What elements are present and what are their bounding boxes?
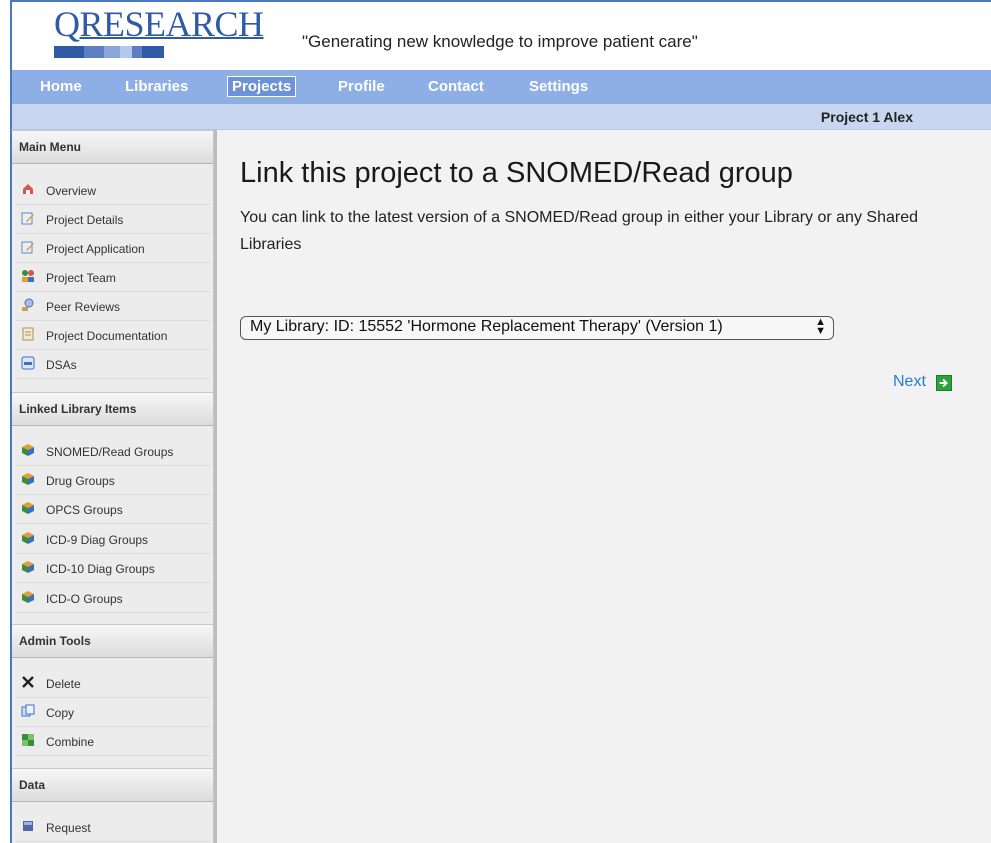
document-icon <box>22 327 34 341</box>
request-icon <box>23 821 33 831</box>
section-admin-tools: Admin Tools <box>12 624 213 658</box>
sidebar-item-label: Project Details <box>46 213 124 227</box>
sidebar-item-label: Drug Groups <box>46 474 115 488</box>
sidebar-item-opcs-groups[interactable]: OPCS Groups <box>16 495 210 524</box>
team-icon <box>22 270 34 282</box>
sidebar-item-combine[interactable]: Combine <box>16 727 210 756</box>
sidebar-item-label: Project Documentation <box>46 329 168 343</box>
nav-profile[interactable]: Profile <box>338 78 385 95</box>
nav-home[interactable]: Home <box>40 78 82 95</box>
qresearch-logo[interactable]: QRESEARCH <box>32 6 264 58</box>
sidebar-item-label: Project Application <box>46 242 145 256</box>
section-linked-library-items: Linked Library Items <box>12 392 213 426</box>
copy-icon <box>21 704 35 717</box>
sidebar-item-label: Overview <box>46 184 97 198</box>
sidebar-item-project-details[interactable]: Project Details <box>16 205 210 234</box>
sidebar-item-icd10-diag-groups[interactable]: ICD-10 Diag Groups <box>16 554 210 583</box>
next-arrow-icon[interactable] <box>936 375 952 391</box>
sidebar-item-overview[interactable]: Overview <box>16 176 210 205</box>
sidebar-item-label: OPCS Groups <box>46 503 123 517</box>
top-nav: Home Libraries Projects Profile Contact … <box>10 70 991 104</box>
sidebar-item-label: ICD-9 Diag Groups <box>46 533 149 547</box>
overview-icon <box>23 184 33 194</box>
edit-icon <box>21 241 34 254</box>
group-icon <box>22 561 34 573</box>
sidebar-item-dsas[interactable]: DSAs <box>16 350 210 379</box>
sidebar-item-request[interactable]: Request <box>16 813 210 842</box>
sidebar-item-project-application[interactable]: Project Application <box>16 234 210 263</box>
delete-icon <box>22 676 34 688</box>
logo-color-bar <box>54 46 264 58</box>
select-arrows-icon: ▲ ▼ <box>815 316 826 337</box>
project-bar: Project 1 Alex <box>10 104 991 130</box>
logo-initial: Q <box>54 4 80 44</box>
sidebar-item-label: Project Team <box>46 271 116 285</box>
sidebar-item-icd9-diag-groups[interactable]: ICD-9 Diag Groups <box>16 525 210 554</box>
library-group-select[interactable]: My Library: ID: 15552 'Hormone Replaceme… <box>240 316 834 340</box>
section-main-menu: Main Menu <box>12 130 213 164</box>
next-link[interactable]: Next <box>893 373 926 391</box>
site-header: QRESEARCH "Generating new knowledge to i… <box>10 0 991 70</box>
sidebar-item-icdo-groups[interactable]: ICD-O Groups <box>16 584 210 613</box>
sidebar-item-project-documentation[interactable]: Project Documentation <box>16 321 210 350</box>
nav-contact[interactable]: Contact <box>428 78 484 95</box>
project-label: Project 1 Alex <box>820 109 913 125</box>
main-content: Link this project to a SNOMED/Read group… <box>217 130 991 843</box>
sidebar: Main Menu Overview Project Details Proje… <box>10 130 214 843</box>
review-icon <box>22 298 34 311</box>
sidebar-item-label: Peer Reviews <box>46 300 121 314</box>
sidebar-item-label: ICD-O Groups <box>46 592 123 606</box>
sidebar-item-peer-reviews[interactable]: Peer Reviews <box>16 292 210 321</box>
library-group-select-value: My Library: ID: 15552 'Hormone Replaceme… <box>250 318 723 335</box>
group-icon <box>22 473 34 485</box>
group-icon <box>22 532 34 544</box>
combine-icon <box>22 734 34 746</box>
sidebar-item-project-team[interactable]: Project Team <box>16 263 210 292</box>
sidebar-item-label: DSAs <box>46 358 77 372</box>
section-data: Data <box>12 768 213 802</box>
nav-libraries[interactable]: Libraries <box>125 78 188 95</box>
sidebar-item-label: SNOMED/Read Groups <box>46 445 174 459</box>
sidebar-item-delete[interactable]: Delete <box>16 669 210 698</box>
page-title: Link this project to a SNOMED/Read group <box>240 157 793 189</box>
logo-text: QRESEARCH <box>54 6 264 42</box>
sidebar-item-snomed-read-groups[interactable]: SNOMED/Read Groups <box>16 437 210 466</box>
sidebar-item-label: ICD-10 Diag Groups <box>46 562 155 576</box>
sidebar-item-copy[interactable]: Copy <box>16 698 210 727</box>
sidebar-item-drug-groups[interactable]: Drug Groups <box>16 466 210 495</box>
sidebar-item-label: Delete <box>46 677 81 691</box>
group-icon <box>22 591 34 603</box>
edit-icon <box>21 212 34 225</box>
nav-settings[interactable]: Settings <box>529 78 588 95</box>
group-icon <box>22 502 34 514</box>
page-description: You can link to the latest version of a … <box>240 209 918 253</box>
nav-projects[interactable]: Projects <box>227 76 297 97</box>
dsa-icon <box>21 356 35 370</box>
sidebar-item-label: Request <box>46 821 91 835</box>
sidebar-item-label: Copy <box>46 706 75 720</box>
logo-name: RESEARCH <box>79 4 265 44</box>
group-icon <box>22 444 34 456</box>
sidebar-item-label: Combine <box>46 735 95 749</box>
tagline: "Generating new knowledge to improve pat… <box>302 32 698 51</box>
